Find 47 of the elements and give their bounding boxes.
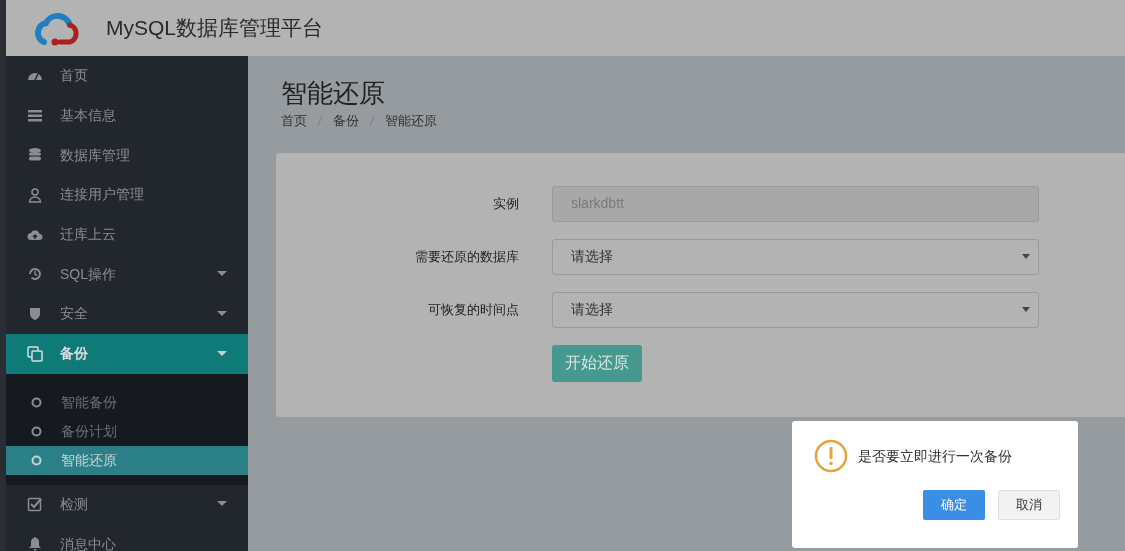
caret-icon [217, 310, 227, 317]
sidebar-item[interactable]: 连接用户管理 [6, 175, 248, 215]
circle-icon [31, 425, 42, 437]
page-title: 智能还原 [280, 77, 386, 110]
dropdown-caret-icon [1022, 306, 1030, 313]
submenu-item[interactable]: 备份计划 [6, 416, 248, 446]
circle-icon [31, 454, 42, 466]
app-title: MySQL数据库管理平台 [106, 15, 323, 42]
start-restore-button[interactable]: 开始还原 [552, 344, 642, 382]
warning-icon [814, 439, 848, 473]
dialog-message: 是否要立即进行一次备份 [858, 446, 1012, 466]
select-field[interactable]: 请选择 [552, 238, 1039, 275]
circle-icon [31, 396, 42, 408]
caret-icon [217, 271, 227, 278]
select-field[interactable]: 请选择 [552, 291, 1039, 328]
sidebar-item[interactable]: 安全 [6, 294, 248, 334]
sidebar-item[interactable]: 基本信息 [6, 95, 248, 136]
sidebar-item[interactable]: 消息中心 [6, 524, 248, 551]
user-icon [27, 186, 43, 203]
submenu-item[interactable]: 智能还原 [6, 445, 248, 475]
sidebar-item[interactable]: 检测 [6, 484, 248, 525]
caret-icon [217, 350, 227, 357]
confirm-button[interactable]: 确定 [923, 490, 985, 520]
separator-icon [369, 114, 375, 127]
checkbox-icon [27, 496, 43, 513]
history-icon [27, 266, 43, 283]
bell-icon [27, 536, 43, 551]
field-label: 实例 [492, 194, 519, 213]
sidebar-item[interactable]: 数据库管理 [6, 135, 248, 176]
breadcrumb-link[interactable]: 智能还原 [385, 111, 437, 131]
sidebar-item[interactable]: 首页 [6, 56, 248, 96]
separator-icon [317, 114, 323, 127]
shield-icon [27, 305, 43, 322]
field-label: 需要还原的数据库 [414, 247, 519, 266]
breadcrumb-link[interactable]: 首页 [281, 111, 307, 131]
breadcrumb-link[interactable]: 备份 [333, 111, 359, 131]
sidebar-item[interactable]: 备份 [6, 333, 248, 374]
submenu-item[interactable]: 智能备份 [6, 387, 248, 417]
list-icon [27, 107, 43, 124]
sidebar-item[interactable]: SQL操作 [6, 254, 248, 295]
database-icon [27, 147, 43, 164]
dropdown-caret-icon [1022, 253, 1030, 260]
cancel-button[interactable]: 取消 [998, 490, 1060, 520]
field-label: 可恢复的时间点 [427, 300, 519, 319]
caret-icon [217, 501, 227, 508]
copy-icon [27, 345, 43, 362]
sidebar-item[interactable]: 迁库上云 [6, 214, 248, 255]
